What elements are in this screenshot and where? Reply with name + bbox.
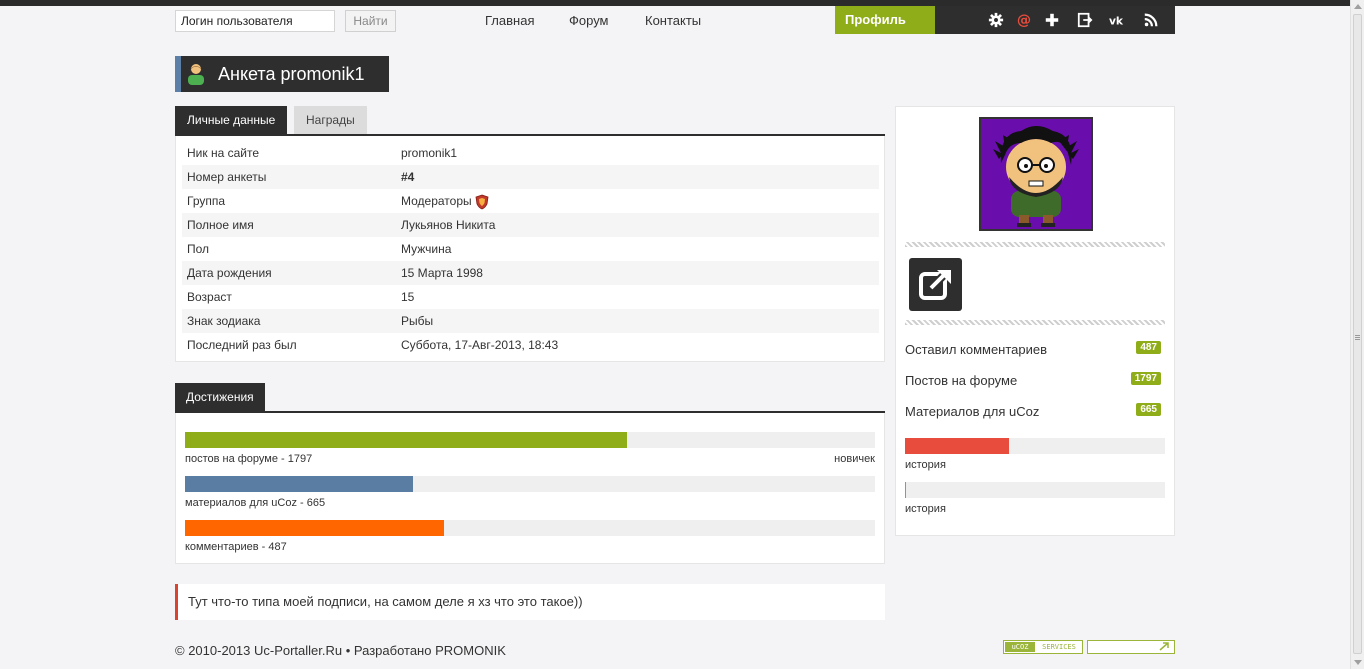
hatch-divider xyxy=(905,320,1165,325)
hatch-divider xyxy=(905,242,1165,247)
progress-bar-ucoz-materials xyxy=(185,476,875,492)
progress-rank: новичек xyxy=(834,453,875,465)
at-icon[interactable]: @ xyxy=(1015,12,1033,28)
page-scrollbar[interactable] xyxy=(1350,0,1364,669)
progress-fill xyxy=(185,520,444,536)
field-label: Полное имя xyxy=(187,218,254,232)
progress-bar-comments xyxy=(185,520,875,536)
field-value-wrap: Модераторы xyxy=(401,189,489,213)
field-label: Знак зодиака xyxy=(187,314,261,328)
moderator-shield-icon xyxy=(475,194,489,210)
login-search-input[interactable] xyxy=(175,10,335,32)
field-value: #4 xyxy=(401,170,415,184)
profile-row-fullname: Полное имя Лукьянов Никита xyxy=(182,213,879,237)
field-label: Ник на сайте xyxy=(187,146,259,160)
history-bar-1 xyxy=(905,438,1165,454)
stat-label: Оставил комментариев xyxy=(905,342,1048,357)
achievements-title[interactable]: Достижения xyxy=(175,383,265,411)
rss-icon[interactable] xyxy=(1142,12,1160,28)
achievements-panel: постов на форуме - 1797 новичек материал… xyxy=(175,413,885,564)
profile-info-panel: Ник на сайте promonik1 Номер анкеты #4 Г… xyxy=(175,136,885,362)
profile-row-number: Номер анкеты #4 xyxy=(182,165,879,189)
profile-row-birthdate: Дата рождения 15 Марта 1998 xyxy=(182,261,879,285)
field-value: Модераторы xyxy=(401,194,472,208)
stat-ucoz-materials: Материалов для uCoz 665 xyxy=(905,403,1161,419)
nav-forum-link[interactable]: Форум xyxy=(569,13,609,28)
external-badge[interactable] xyxy=(1087,640,1175,654)
field-value: Мужчина xyxy=(401,242,452,256)
logout-icon[interactable] xyxy=(1076,12,1094,28)
progress-caption: комментариев - 487 xyxy=(185,541,287,553)
external-link-icon xyxy=(919,269,951,300)
scroll-thumb[interactable] xyxy=(1353,14,1362,654)
nav-home-link[interactable]: Главная xyxy=(485,13,534,28)
field-value: Лукьянов Никита xyxy=(401,218,496,232)
scroll-down-arrow-icon[interactable] xyxy=(1354,660,1362,665)
profile-sidebar: Оставил комментариев 487 Постов на форум… xyxy=(895,106,1175,536)
progress-caption: постов на форуме - 1797 xyxy=(185,453,313,465)
history-fill xyxy=(905,438,1009,454)
profile-row-nick: Ник на сайте promonik1 xyxy=(182,141,879,165)
gear-icon[interactable] xyxy=(987,12,1005,28)
history-bar-2 xyxy=(905,482,1165,498)
stat-forum-posts: Постов на форуме 1797 xyxy=(905,372,1161,388)
field-value: Суббота, 17-Авг-2013, 18:43 xyxy=(401,338,559,352)
field-value: 15 Марта 1998 xyxy=(401,266,483,280)
field-value: promonik1 xyxy=(401,146,458,160)
avatar-image xyxy=(981,119,1091,229)
field-label: Последний раз был xyxy=(187,338,297,352)
user-signature: Тут что-то типа моей подписи, на самом д… xyxy=(175,584,885,620)
svg-text:vk: vk xyxy=(1109,14,1124,27)
scroll-up-arrow-icon[interactable] xyxy=(1354,4,1362,9)
profile-row-age: Возраст 15 xyxy=(182,285,879,309)
user-toolbar: @ vk xyxy=(935,6,1175,34)
stat-count-badge: 487 xyxy=(1136,341,1161,354)
tab-awards[interactable]: Награды xyxy=(294,106,367,134)
field-value: 15 xyxy=(401,290,415,304)
stat-label: Постов на форуме xyxy=(905,373,1018,388)
external-link-button[interactable] xyxy=(909,258,962,311)
profile-row-zodiac: Знак зодиака Рыбы xyxy=(182,309,879,333)
field-label: Возраст xyxy=(187,290,232,304)
stat-comments: Оставил комментариев 487 xyxy=(905,341,1161,357)
history-caption: история xyxy=(905,459,946,471)
profile-row-last-seen: Последний раз был Суббота, 17-Авг-2013, … xyxy=(182,333,879,357)
field-label: Пол xyxy=(187,242,210,256)
svg-text:@: @ xyxy=(1017,12,1031,28)
badge-left-text: uCOZ xyxy=(1005,642,1035,652)
user-icon xyxy=(188,64,204,85)
stat-count-badge: 1797 xyxy=(1130,372,1161,385)
stat-count-badge: 665 xyxy=(1136,403,1161,416)
vk-icon[interactable]: vk xyxy=(1107,12,1125,28)
profile-row-group: Группа Модераторы xyxy=(182,189,879,213)
progress-caption: материалов для uCoz - 665 xyxy=(185,497,326,509)
plus-icon[interactable] xyxy=(1043,12,1061,28)
footer-copyright: © 2010-2013 Uc-Portaller.Ru • Разработан… xyxy=(175,643,506,658)
page-title: Анкета promonik1 xyxy=(175,56,389,92)
avatar xyxy=(979,117,1093,231)
badge-right-text: SERVICES xyxy=(1037,642,1081,652)
history-caption: история xyxy=(905,503,946,515)
field-label: Дата рождения xyxy=(187,266,272,280)
nav-contacts-link[interactable]: Контакты xyxy=(645,13,701,28)
stat-label: Материалов для uCoz xyxy=(905,404,1040,419)
progress-fill xyxy=(185,432,627,448)
progress-bar-forum-posts xyxy=(185,432,875,448)
progress-fill xyxy=(185,476,413,492)
profile-row-gender: Пол Мужчина xyxy=(182,237,879,261)
profile-button[interactable]: Профиль xyxy=(835,6,935,34)
arrow-up-right-icon xyxy=(1159,642,1169,651)
field-label: Номер анкеты xyxy=(187,170,267,184)
history-fill xyxy=(905,482,906,498)
search-button[interactable]: Найти xyxy=(345,10,396,32)
field-value: Рыбы xyxy=(401,314,434,328)
tab-personal-data[interactable]: Личные данные xyxy=(175,106,288,134)
field-label: Группа xyxy=(187,194,226,208)
ucoz-services-badge[interactable]: uCOZ SERVICES xyxy=(1003,640,1083,654)
scroll-grip-icon xyxy=(1355,335,1360,336)
